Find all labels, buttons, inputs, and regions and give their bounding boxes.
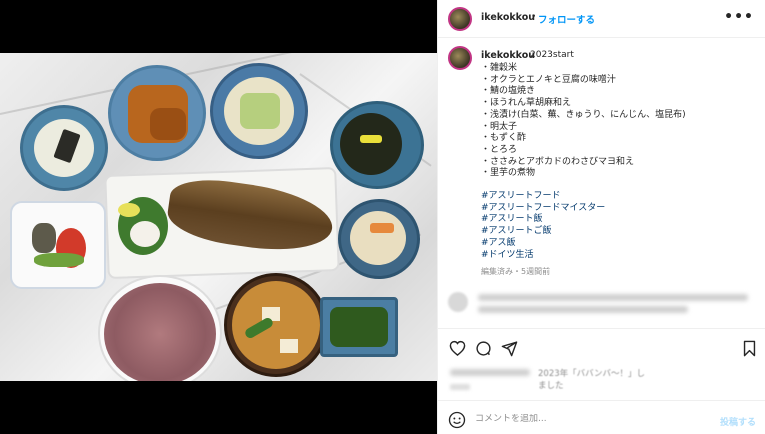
share-icon[interactable] <box>499 338 519 358</box>
header-username[interactable]: ikekokkou <box>481 12 535 23</box>
hashtag-link[interactable]: #ドイツ生活 <box>481 250 605 262</box>
hashtag-link[interactable]: #アスリート飯 <box>481 214 605 226</box>
caption-line: ・鯖の塩焼き <box>481 86 536 97</box>
comment-avatar <box>448 292 468 312</box>
hashtag-link[interactable]: #アスリートフードマイスター <box>481 203 605 215</box>
caption-line: ・ささみとアボカドのわさびマヨ和え <box>481 156 635 167</box>
divider <box>438 328 765 329</box>
caption-avatar[interactable] <box>448 46 472 70</box>
caption-line: ・ほうれん草胡麻和え <box>481 98 572 109</box>
post-date <box>450 384 470 390</box>
avatar[interactable] <box>448 7 472 31</box>
caption-line: ・浅漬け(白菜、蕪、きゅうり、にんじん、塩昆布) <box>481 109 686 120</box>
follow-button[interactable]: フォローする <box>538 12 595 26</box>
heart-icon[interactable] <box>447 338 467 358</box>
caption-line: ・とろろ <box>481 144 518 155</box>
hashtag-link[interactable]: #アス飯 <box>481 238 605 250</box>
caption-title: 2023start <box>530 50 574 60</box>
emoji-icon[interactable] <box>448 411 466 429</box>
hashtag-link[interactable]: #アスリートご飯 <box>481 226 605 238</box>
blurred-comment <box>448 290 758 318</box>
meal-photo[interactable] <box>0 53 437 381</box>
action-bar <box>438 334 765 362</box>
caption-menu-list: ・雑穀米 ・オクラとエノキと豆腐の味噌汁 ・鯖の塩焼き ・ほうれん草胡麻和え ・… <box>481 63 756 180</box>
divider <box>438 400 765 401</box>
post-panel: ikekokkou • フォローする ••• ikekokkou 2023sta… <box>437 0 765 434</box>
hashtag-link[interactable]: #アスリートフード <box>481 191 605 203</box>
post-header: ikekokkou • フォローする ••• <box>438 0 765 38</box>
likes-text: 2023年「ババンバ〜！」しました <box>538 369 646 391</box>
caption-line: ・里芋の煮物 <box>481 168 536 179</box>
caption-line: ・もずく酢 <box>481 133 527 144</box>
likes-summary: 2023年「ババンバ〜！」しました <box>450 367 650 391</box>
separator-dot: • <box>531 12 537 22</box>
instagram-post-view: ikekokkou • フォローする ••• ikekokkou 2023sta… <box>0 0 765 434</box>
bookmark-icon[interactable] <box>739 338 759 358</box>
more-options-icon[interactable]: ••• <box>724 9 754 25</box>
hashtag-list: #アスリートフード #アスリートフードマイスター #アスリート飯 #アスリートご… <box>481 191 605 261</box>
post-comment-button[interactable]: 投稿する <box>720 415 756 428</box>
edited-timestamp: 編集済み・5週間前 <box>481 267 551 276</box>
caption-line: ・雑穀米 <box>481 63 518 73</box>
post-photo-panel <box>0 0 437 434</box>
comment-bar: 投稿する <box>438 407 765 434</box>
caption-line: ・オクラとエノキと豆腐の味噌汁 <box>481 74 616 85</box>
comment-icon[interactable] <box>473 338 493 358</box>
caption-line: ・明太子 <box>481 121 518 132</box>
comment-input[interactable] <box>475 414 675 424</box>
caption-username[interactable]: ikekokkou <box>481 50 535 61</box>
